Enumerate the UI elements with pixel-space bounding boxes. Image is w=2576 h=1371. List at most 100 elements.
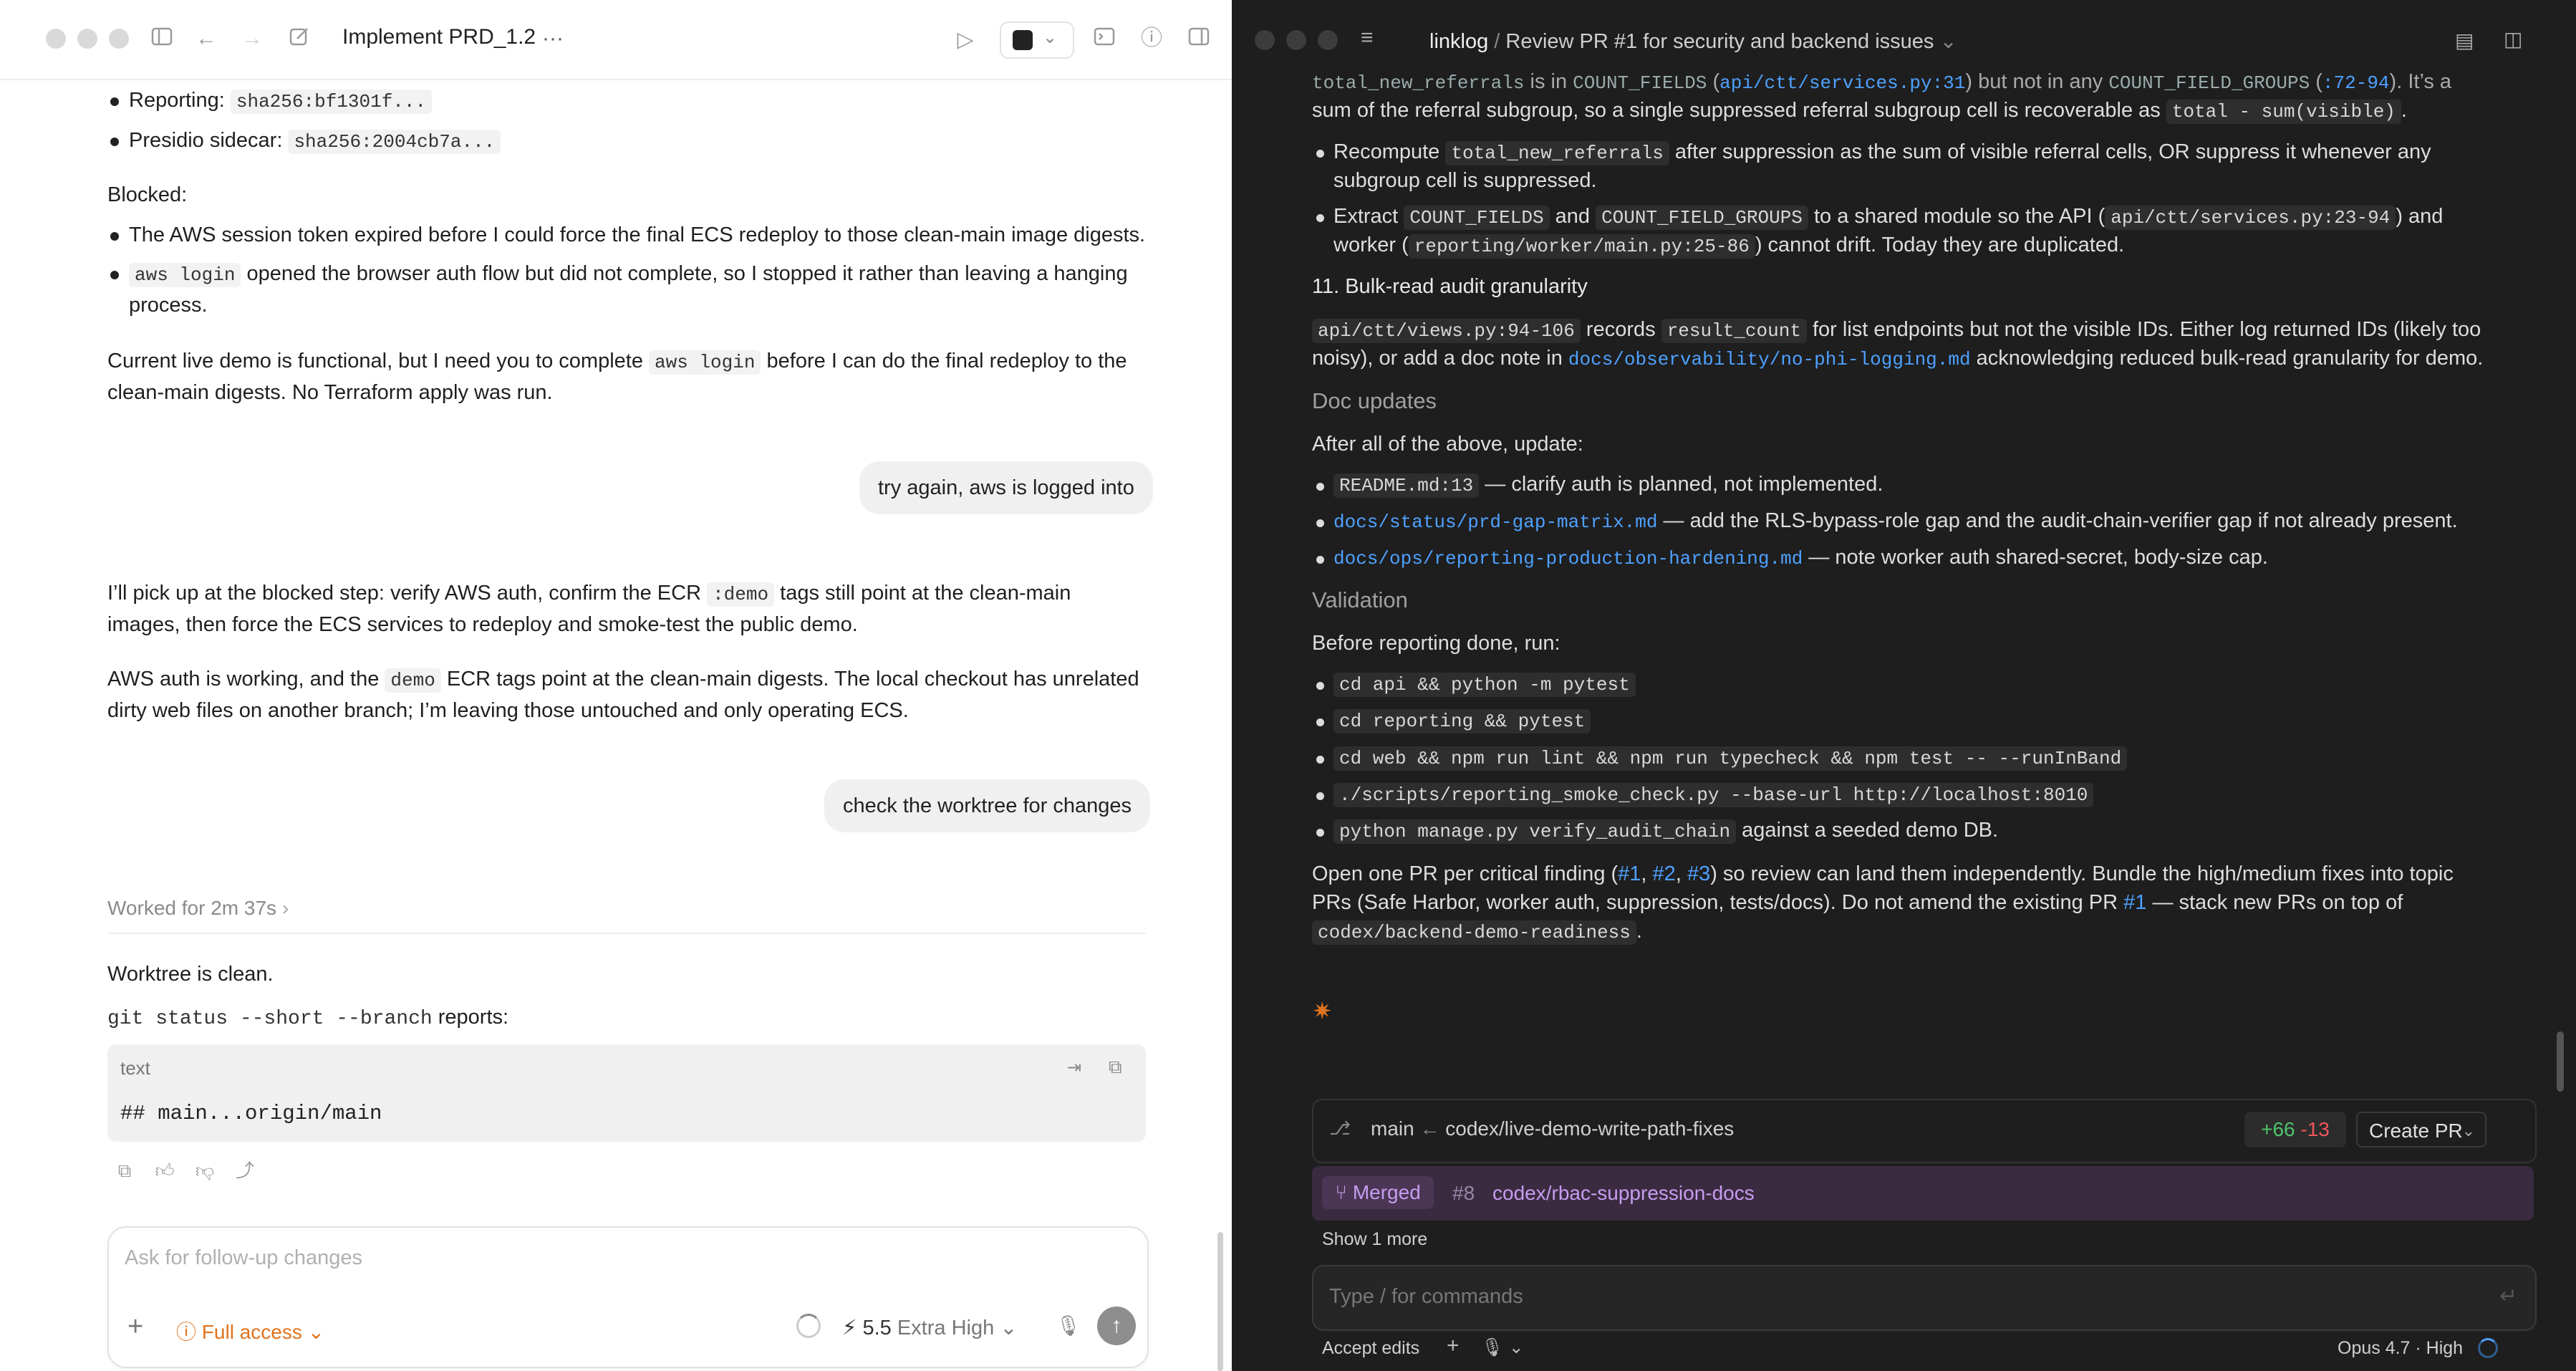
composer[interactable]: Ask for follow-up changes + ⓘ Full acces…	[107, 1226, 1149, 1368]
add-icon[interactable]: +	[1447, 1334, 1460, 1358]
text-span: tags still point at the clean-main	[780, 582, 1071, 605]
minimize-dot[interactable]	[77, 29, 97, 49]
code-link[interactable]: api/ctt/services.py:31	[1719, 72, 1965, 94]
paragraph: Before reporting done, run:	[1312, 632, 1560, 655]
merge-icon: ⑂	[1335, 1181, 1348, 1203]
info-icon[interactable]: ⓘ	[1139, 24, 1164, 53]
pr-link[interactable]: #3	[1687, 862, 1710, 885]
chevron-down-icon[interactable]: ⌄	[2462, 1113, 2475, 1149]
app-picker[interactable]: ⌄	[1000, 21, 1074, 59]
forward-arrow-icon[interactable]: →	[239, 24, 265, 53]
thumbs-up-icon[interactable]: 👍︎	[152, 1156, 178, 1185]
merged-pr-row[interactable]: ⑂ Merged #8 codex/rbac-suppression-docs	[1312, 1166, 2534, 1221]
compose-icon[interactable]	[286, 26, 312, 55]
composer-input[interactable]: Ask for follow-up changes	[125, 1246, 362, 1270]
pr-link[interactable]: #2	[1653, 862, 1676, 885]
bullet-dot	[1316, 519, 1324, 527]
bullet-dot	[110, 97, 119, 106]
add-attachment-icon[interactable]: +	[127, 1312, 143, 1341]
status-paragraph-cont: clean-main digests. No Terraform apply w…	[107, 381, 553, 404]
text-span: Open one PR per critical finding (	[1312, 862, 1619, 885]
model-selector[interactable]: ⚡︎ 5.5 Extra High ⌄	[842, 1315, 1018, 1340]
list-item: cd api && python -m pytest	[1333, 669, 2565, 699]
model-label[interactable]: Opus 4.7 · High	[2338, 1338, 2463, 1359]
section-heading: 11. Bulk-read audit granularity	[1312, 275, 1588, 298]
minimize-dot[interactable]	[1286, 30, 1306, 50]
menu-icon[interactable]: ≡	[1361, 26, 1374, 50]
scrollbar[interactable]	[2557, 1031, 2564, 1092]
worked-label: Worked for 2m 37s	[107, 897, 277, 919]
bullet-dot	[1316, 756, 1324, 764]
paragraph: After all of the above, update:	[1312, 433, 1583, 456]
text-span: ) cannot drift. Today they are duplicate…	[1755, 234, 2125, 256]
thumbs-down-icon[interactable]: 👎︎	[192, 1156, 218, 1185]
text-span: — clarify auth is planned, not implement…	[1485, 473, 1883, 496]
more-options-icon[interactable]: ···	[539, 24, 567, 53]
copy-icon[interactable]: ⧉	[1109, 1056, 1122, 1079]
close-dot[interactable]	[46, 29, 66, 49]
file-link[interactable]: docs/ops/reporting-production-hardening.…	[1333, 548, 1803, 569]
divider	[107, 933, 1146, 934]
file-link[interactable]: docs/observability/no-phi-logging.md	[1568, 349, 1971, 370]
enter-icon[interactable]: ↵	[2499, 1284, 2517, 1309]
panel-toggle-icon[interactable]: ◫	[2504, 27, 2522, 51]
chevron-down-icon: ⌄	[1043, 28, 1058, 47]
command-placeholder[interactable]: Type / for commands	[1329, 1285, 1523, 1309]
merged-badge: ⑂ Merged	[1322, 1176, 1434, 1209]
merged-branch[interactable]: codex/rbac-suppression-docs	[1492, 1182, 1755, 1205]
base-branch: main	[1371, 1117, 1414, 1140]
arrow-up-icon: ↑	[1111, 1314, 1122, 1337]
play-icon[interactable]: ▷	[952, 26, 978, 54]
mic-selector[interactable]: 🎙︎ ⌄	[1481, 1337, 1524, 1358]
text-span: . It’s a	[2396, 70, 2452, 93]
panel-toggle-icon[interactable]	[1186, 26, 1212, 54]
scrollbar[interactable]	[1217, 1232, 1223, 1371]
show-more-link[interactable]: Show 1 more	[1322, 1229, 1427, 1250]
git-command-line: git status --short --branch reports:	[107, 1001, 1146, 1035]
pr-link[interactable]: #1	[2123, 891, 2146, 914]
create-pr-label: Create PR	[2369, 1120, 2463, 1142]
wrap-icon[interactable]: ⇥	[1067, 1057, 1081, 1078]
back-arrow-icon[interactable]: ←	[193, 24, 219, 53]
text-span: I’ll pick up at the blocked step: verify…	[107, 582, 702, 605]
inline-code: cd api && python -m pytest	[1333, 673, 1636, 697]
zoom-dot[interactable]	[1318, 30, 1338, 50]
list-item: Reporting: sha256:bf1301f...	[129, 85, 1167, 117]
project-name[interactable]: linklog	[1429, 30, 1488, 53]
branch-info: main ← codex/live-demo-write-path-fixes	[1371, 1117, 1734, 1140]
access-selector[interactable]: ⓘ Full access ⌄	[176, 1317, 324, 1345]
worked-duration[interactable]: Worked for 2m 37s ›	[107, 897, 289, 920]
list-item-label: Reporting:	[129, 89, 225, 112]
send-button[interactable]: ↑	[1097, 1307, 1136, 1345]
thread-title[interactable]: Review PR #1 for security and backend is…	[1505, 30, 1934, 53]
effort-label: Extra High	[897, 1317, 995, 1339]
code-link[interactable]: :72-94	[2322, 72, 2390, 94]
inline-code: COUNT_FIELD_GROUPS	[2108, 72, 2310, 94]
intro-line-2: sum of the referral subgroup, so a singl…	[1312, 99, 2407, 124]
merged-pr-number: #8	[1452, 1182, 1475, 1204]
copy-icon[interactable]: ⧉	[112, 1156, 138, 1185]
create-pr-button[interactable]: Create PR ⌄	[2356, 1112, 2486, 1148]
list-item-cont: worker (reporting/worker/main.py:25-86) …	[1333, 231, 2565, 261]
inline-code: api/ctt/views.py:94-106	[1312, 319, 1581, 343]
close-dot[interactable]	[1255, 30, 1275, 50]
chevron-down-icon: ⌄	[1000, 1317, 1018, 1339]
bullet-dot	[1316, 792, 1324, 800]
terminal-icon[interactable]	[1091, 26, 1117, 54]
command-input[interactable]: Type / for commands ↵	[1312, 1265, 2537, 1331]
pr-link[interactable]: #1	[1618, 862, 1641, 885]
chevron-down-icon[interactable]: ⌄	[1939, 30, 1957, 53]
sidebar-toggle-icon[interactable]	[149, 26, 175, 54]
list-item-cont: subgroup cell is suppressed.	[1333, 169, 1597, 192]
zoom-dot[interactable]	[109, 29, 129, 49]
inline-code: aws login	[649, 350, 761, 375]
microphone-icon[interactable]: 🎙︎	[1056, 1314, 1081, 1337]
document-icon[interactable]: ▤	[2455, 29, 2474, 52]
file-link[interactable]: docs/status/prd-gap-matrix.md	[1333, 511, 1657, 533]
accept-edits-toggle[interactable]: Accept edits	[1322, 1338, 1419, 1359]
text-span: to a shared module so the API (	[1813, 205, 2105, 228]
branch-panel: ⎇ main ← codex/live-demo-write-path-fixe…	[1312, 1099, 2537, 1163]
text-span: sum of the referral subgroup, so a singl…	[1312, 99, 2161, 122]
share-icon[interactable]: ⤴	[232, 1156, 258, 1185]
digest-code: sha256:2004cb7a...	[288, 130, 501, 154]
